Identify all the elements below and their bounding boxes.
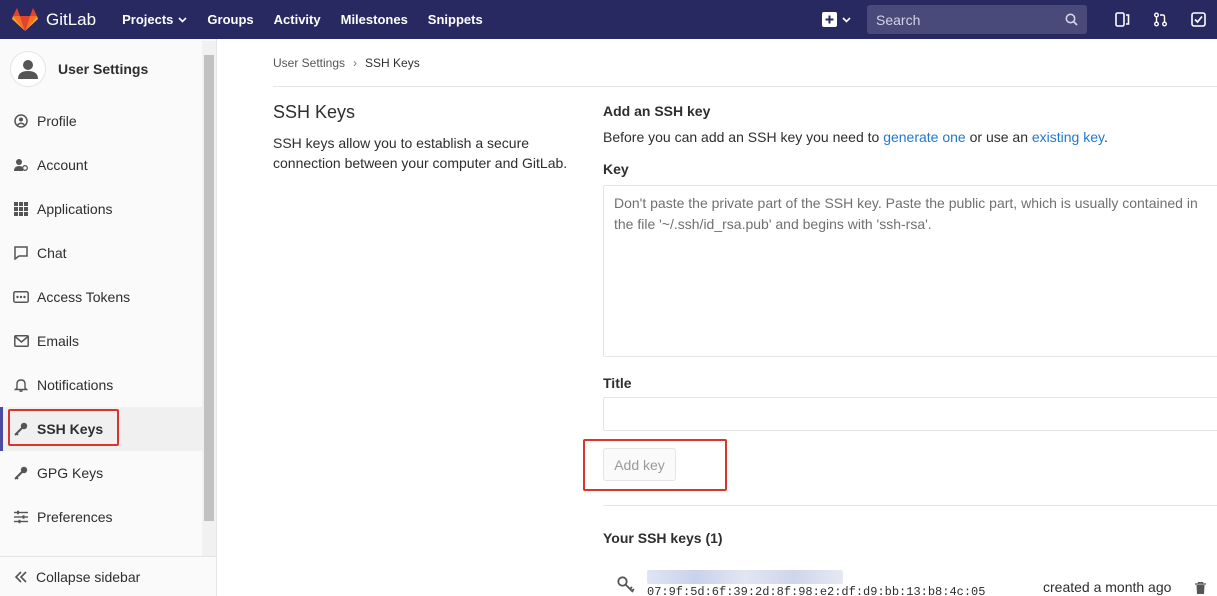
sidebar-item-label: Notifications [37, 377, 114, 393]
key-textarea[interactable] [603, 185, 1217, 357]
sidebar-item-label: Account [37, 157, 88, 173]
account-icon [13, 157, 29, 173]
sidebar-nav: Profile Account Applications Chat Access… [0, 99, 202, 539]
sidebar-item-label: Preferences [37, 509, 113, 525]
chevron-down-icon [178, 16, 187, 23]
add-key-button[interactable]: Add key [603, 448, 676, 481]
bell-icon [13, 377, 29, 393]
double-chevron-left-icon [14, 570, 28, 583]
existing-key-link[interactable]: existing key [1032, 129, 1104, 145]
key-icon [617, 576, 635, 596]
key-created-time: created a month ago [1043, 579, 1172, 595]
key-label: Key [603, 161, 629, 177]
search-box[interactable] [867, 5, 1087, 34]
collapse-sidebar-label: Collapse sidebar [36, 568, 141, 585]
merge-requests-button[interactable] [1141, 0, 1179, 39]
key-icon [13, 465, 29, 481]
redacted-key-title [647, 570, 843, 584]
breadcrumb-parent[interactable]: User Settings [273, 56, 345, 70]
sidebar-item-label: Profile [37, 113, 77, 129]
add-key-section: Add an SSH key Before you can add an SSH… [603, 103, 1217, 145]
collapse-sidebar-button[interactable]: Collapse sidebar [0, 556, 216, 596]
sidebar-item-applications[interactable]: Applications [0, 187, 202, 231]
sidebar-item-emails[interactable]: Emails [0, 319, 202, 363]
generate-one-link[interactable]: generate one [883, 129, 966, 145]
scrollbar-thumb[interactable] [204, 55, 214, 521]
nav-snippets[interactable]: Snippets [428, 12, 483, 27]
todo-button[interactable] [1179, 0, 1217, 39]
top-navbar: GitLab Projects Groups Activity Mileston… [0, 0, 1217, 39]
sidebar-item-notifications[interactable]: Notifications [0, 363, 202, 407]
email-icon [13, 333, 29, 349]
breadcrumb-separator: › [353, 56, 358, 70]
new-dropdown-button[interactable] [822, 12, 851, 27]
sidebar-item-label: Access Tokens [37, 289, 131, 305]
sidebar-item-gpg-keys[interactable]: GPG Keys [0, 451, 202, 495]
nav-milestones[interactable]: Milestones [341, 12, 408, 27]
checkbox-icon [1190, 12, 1206, 27]
merge-request-icon [1153, 12, 1167, 27]
breadcrumb: User Settings › SSH Keys [273, 56, 420, 70]
ssh-keys-heading: Your SSH keys (1) [603, 530, 723, 546]
applications-icon [13, 201, 29, 217]
sidebar-header: User Settings [0, 39, 216, 99]
plus-square-icon [822, 12, 837, 27]
brand-name: GitLab [46, 9, 97, 29]
sidebar-item-label: GPG Keys [37, 465, 104, 481]
nav-projects[interactable]: Projects [122, 12, 187, 27]
sidebar-item-ssh-keys[interactable]: SSH Keys [0, 407, 202, 451]
settings-sidebar: User Settings Profile Account Applicatio… [0, 39, 217, 596]
sidebar-item-chat[interactable]: Chat [0, 231, 202, 275]
title-label: Title [603, 375, 632, 391]
sidebar-item-profile[interactable]: Profile [0, 99, 202, 143]
nav-projects-label: Projects [122, 12, 174, 27]
nav-right [822, 0, 1217, 39]
nav-links: Projects Groups Activity Milestones Snip… [122, 0, 503, 39]
sidebar-item-preferences[interactable]: Preferences [0, 495, 202, 539]
preferences-icon [13, 509, 29, 525]
gitlab-logo-icon [12, 7, 38, 31]
chat-icon [13, 245, 29, 261]
search-input[interactable] [876, 11, 1065, 28]
divider [603, 505, 1217, 506]
sidebar-item-label: Applications [37, 201, 113, 217]
sidebar-item-label: Chat [37, 245, 67, 261]
todos-panel-button[interactable] [1103, 0, 1141, 39]
avatar [10, 51, 46, 87]
sidebar-item-account[interactable]: Account [0, 143, 202, 187]
page-title: SSH Keys [273, 102, 356, 122]
sidebar-item-access-tokens[interactable]: Access Tokens [0, 275, 202, 319]
intro-section: SSH Keys SSH keys allow you to establish… [273, 102, 573, 173]
page-description: SSH keys allow you to establish a secure… [273, 135, 568, 171]
search-icon [1065, 13, 1078, 26]
trash-icon[interactable] [1195, 581, 1206, 596]
ssh-key-row[interactable]: 07:9f:5d:6f:39:2d:8f:98:e2:df:d9:bb:13:b… [603, 570, 1217, 596]
title-input[interactable] [603, 397, 1217, 431]
nav-activity[interactable]: Activity [274, 12, 321, 27]
chevron-down-icon [842, 16, 851, 23]
profile-icon [13, 113, 29, 129]
sidebar-item-label: Emails [37, 333, 80, 349]
desc-prefix: Before you can add an SSH key you need t… [603, 129, 884, 145]
brand[interactable]: GitLab [12, 0, 96, 39]
sidebar-title: User Settings [58, 61, 149, 77]
desc-suffix: . [1103, 129, 1108, 145]
key-fingerprint: 07:9f:5d:6f:39:2d:8f:98:e2:df:d9:bb:13:b… [647, 585, 986, 596]
sidebar-scrollbar[interactable] [202, 41, 216, 557]
issues-icon [1114, 12, 1129, 27]
add-key-heading: Add an SSH key [603, 103, 711, 119]
nav-groups[interactable]: Groups [207, 12, 253, 27]
token-icon [13, 289, 29, 305]
sidebar-item-label: SSH Keys [37, 421, 104, 437]
user-icon [18, 60, 38, 79]
key-icon [13, 421, 29, 437]
breadcrumb-current: SSH Keys [365, 56, 420, 70]
divider [273, 86, 1217, 87]
desc-middle: or use an [965, 129, 1032, 145]
add-key-description: Before you can add an SSH key you need t… [603, 129, 1217, 145]
